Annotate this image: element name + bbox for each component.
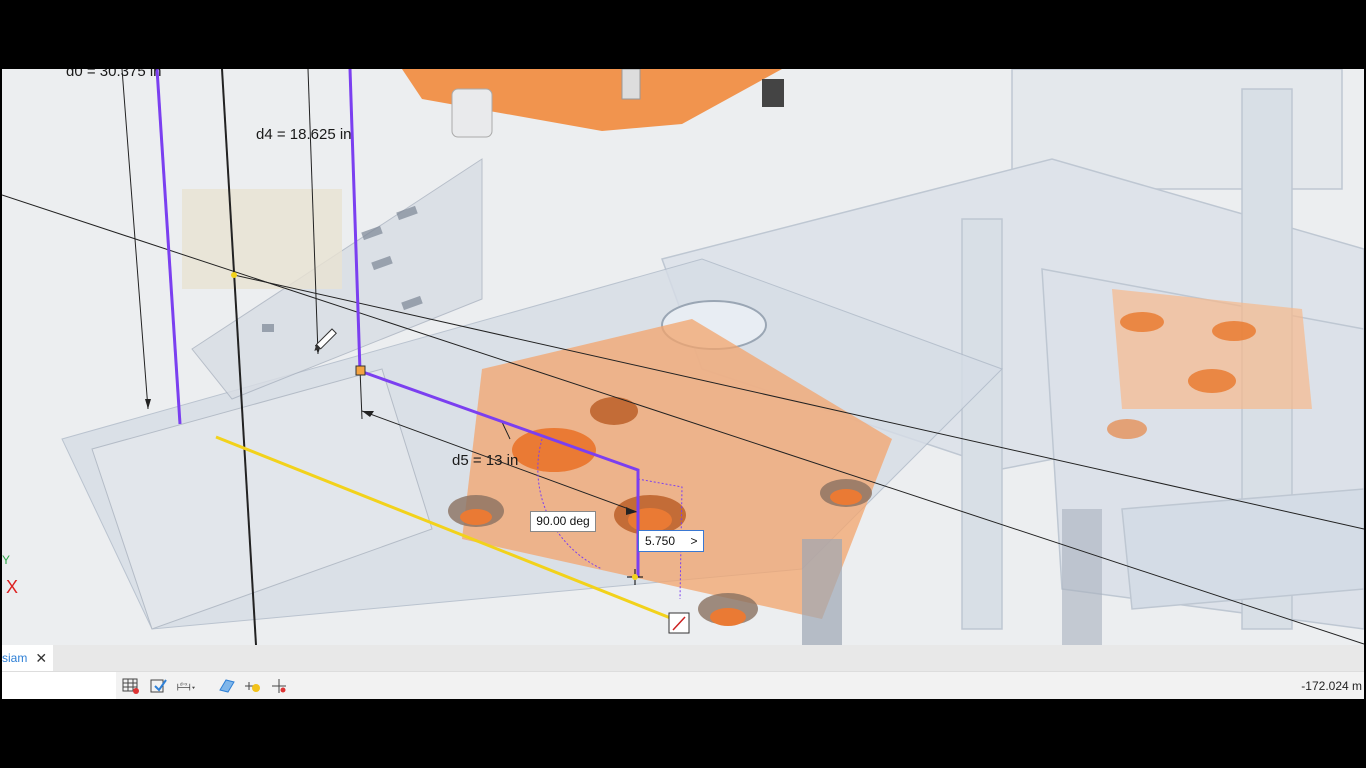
letterbox-top [0,0,1366,69]
model-scene [2,69,1364,645]
tab-document[interactable]: siam ✕ [2,645,54,673]
close-icon[interactable]: ✕ [35,650,47,667]
triad-y-label: Y [2,553,11,567]
dimension-d0[interactable]: d0 = 30.375 in [66,69,162,80]
letterbox-bottom [0,699,1366,768]
snap-icon[interactable] [270,678,288,694]
length-input-value[interactable]: 5.750 [645,531,675,551]
status-bar-blank [2,672,116,700]
sketch-point[interactable] [355,365,366,376]
tab-label[interactable]: siam [2,651,27,665]
status-bar: d=x -172.024 m [2,671,1364,700]
plane-icon[interactable] [218,678,236,694]
constraint-icon[interactable] [150,678,168,694]
sketch-point[interactable] [231,272,237,278]
length-input[interactable]: 5.750 > [638,530,704,552]
light-icon[interactable] [244,678,262,694]
svg-text:d=x: d=x [180,681,188,686]
dimension-icon[interactable]: d=x [177,678,195,694]
grid-icon[interactable] [122,678,140,694]
coordinate-readout: -172.024 m [1301,679,1362,693]
angle-input[interactable]: 90.00 deg [530,511,596,532]
dimension-d4[interactable]: d4 = 18.625 in [256,126,352,143]
3d-viewport[interactable]: d0 = 30.375 in d4 = 18.625 in d5 = 13 in… [2,69,1364,645]
dimension-d5[interactable]: d5 = 13 in [452,452,518,469]
document-tab-bar: siam ✕ [2,645,1364,673]
triad-x-label: X [6,577,19,597]
length-input-next-button[interactable]: > [685,531,703,551]
